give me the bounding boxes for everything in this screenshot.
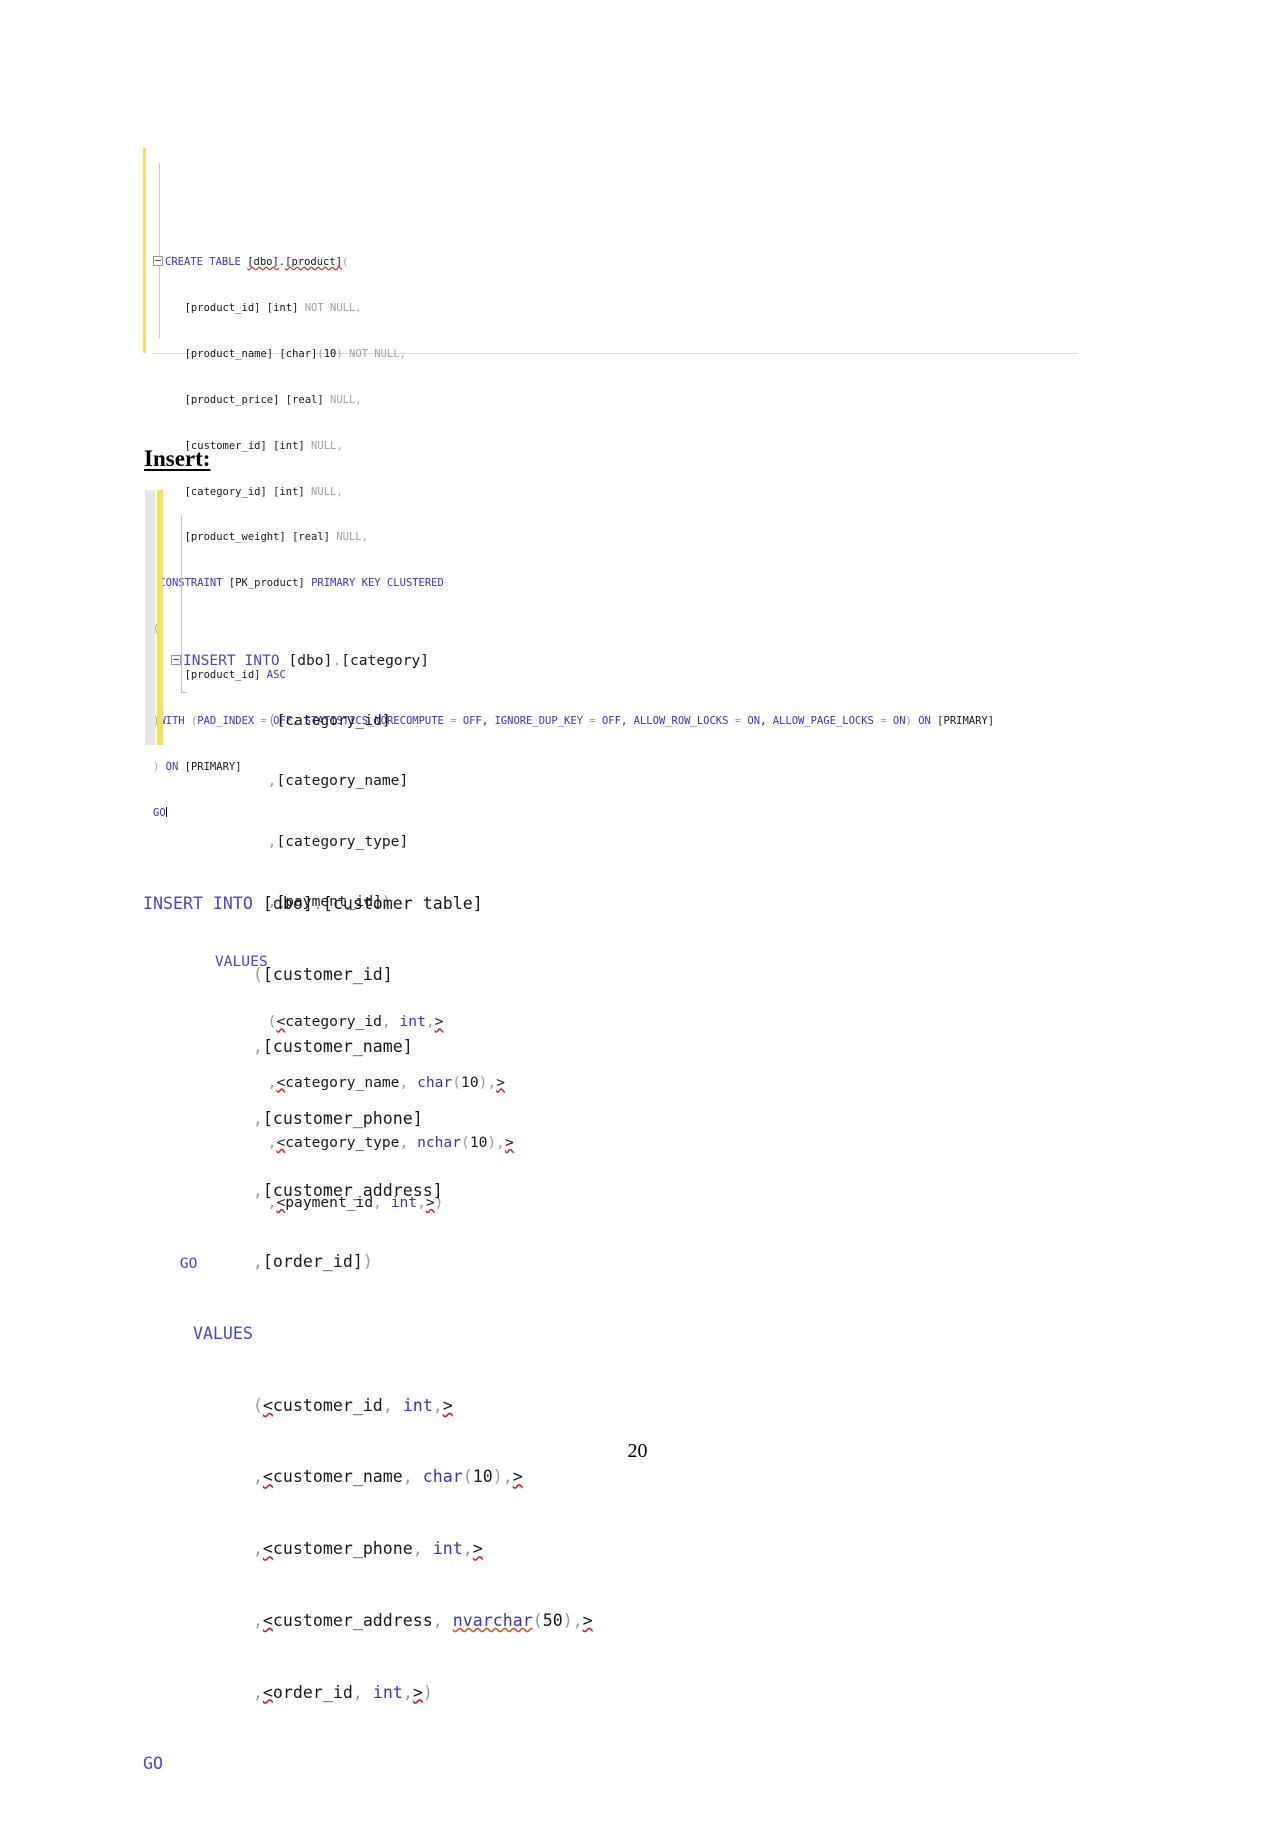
collapse-minus-icon[interactable] — [153, 256, 163, 267]
code-line: ([category_id] — [267, 712, 391, 730]
code-line: ,[order_id]) — [252, 1252, 373, 1272]
code-line: ,<customer_name, char(10),> — [252, 1467, 523, 1487]
code-line: ,<customer_phone, int,> — [252, 1539, 483, 1559]
page-number: 20 — [627, 1440, 648, 1462]
code-block-insert-customer: INSERT INTO [dbo].[customer table] ([cus… — [143, 796, 763, 1848]
code-line: ,[customer_name] — [252, 1037, 413, 1057]
code-line: ([customer_id] — [252, 965, 393, 985]
code-line: INSERT INTO [dbo].[category] — [171, 651, 665, 671]
code-line: [product_price] [real] NULL, — [184, 393, 362, 406]
code-line: VALUES — [192, 1323, 253, 1343]
code-line: [product_id] [int] NOT NULL, — [184, 301, 362, 314]
code-line: [product_name] [char](10) NOT NULL, — [184, 347, 406, 360]
code-line: ,<customer_address, nvarchar(50),> — [252, 1610, 593, 1630]
code-line: ,[customer_address] — [252, 1180, 443, 1200]
page-title-insert: Insert: — [144, 446, 211, 471]
code-line: ,[category_name] — [267, 772, 409, 790]
code-line: ,<order_id, int,>) — [252, 1682, 433, 1702]
code-line: GO — [143, 1754, 163, 1774]
code-line: ,[customer_phone] — [252, 1108, 423, 1128]
code-line: (<customer_id, int,> — [252, 1395, 453, 1415]
collapse-minus-icon[interactable] — [171, 654, 181, 665]
code-line: [customer_id] [int] NULL, — [184, 439, 343, 452]
code-line: INSERT INTO [dbo].[customer table] — [143, 893, 483, 913]
code-line: CREATE TABLE [dbo].[product]( — [153, 255, 1078, 270]
